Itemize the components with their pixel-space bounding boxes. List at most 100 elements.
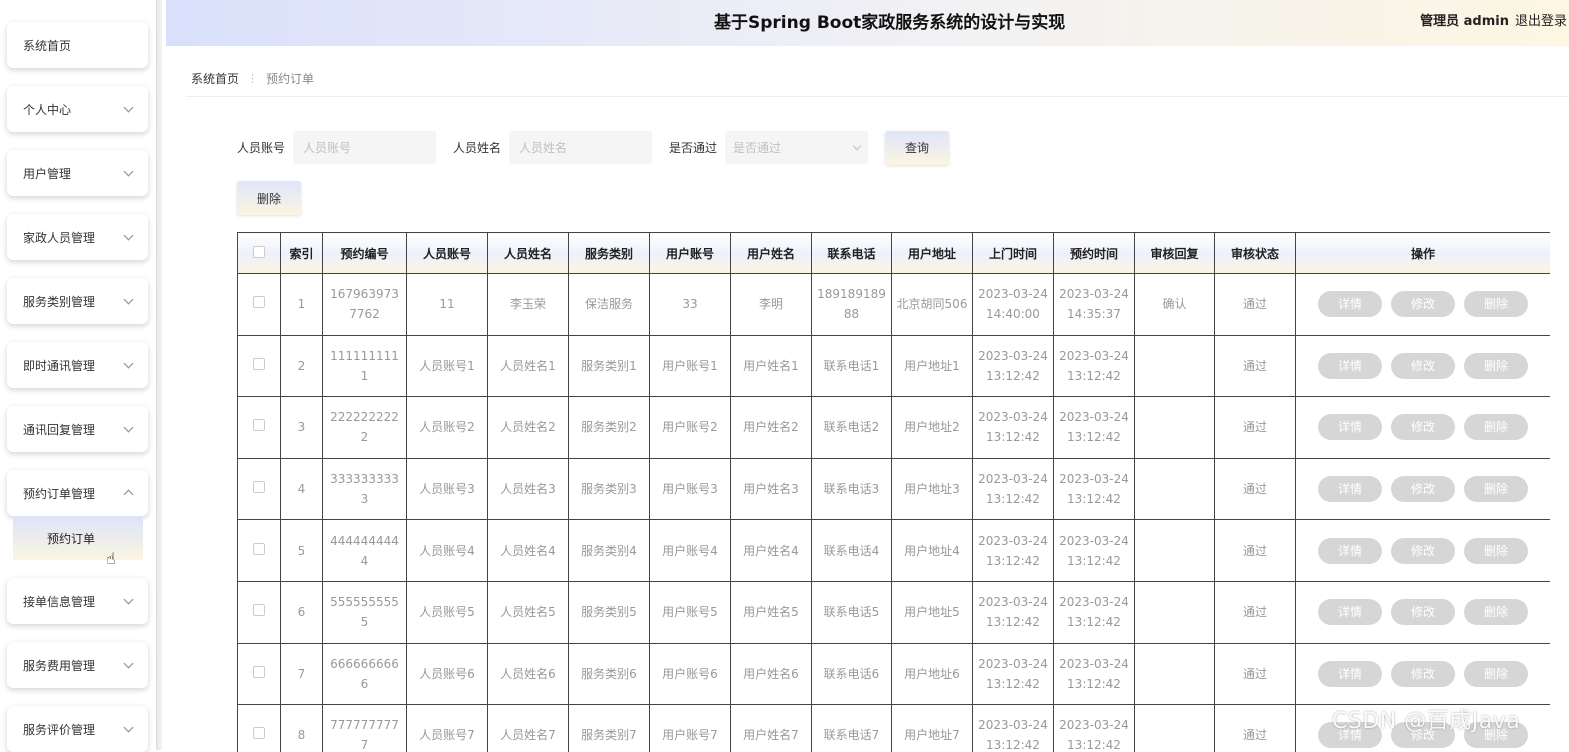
delete-button[interactable]: 删除 bbox=[1464, 291, 1528, 318]
edit-button[interactable]: 修改 bbox=[1391, 599, 1455, 626]
column-header: 用户账号 bbox=[649, 232, 731, 274]
row-select-cell bbox=[237, 457, 281, 521]
sidebar-item-2[interactable]: 用户管理 bbox=[7, 150, 148, 196]
table-cell: 1 bbox=[280, 273, 323, 336]
table-cell: 用户地址1 bbox=[891, 334, 973, 398]
delete-button[interactable]: 删除 bbox=[1464, 660, 1528, 687]
sidebar-item-3[interactable]: 家政人员管理 bbox=[7, 214, 148, 260]
chevron-down-icon bbox=[123, 230, 134, 240]
sidebar-item-10[interactable]: 服务评价管理 bbox=[7, 706, 148, 752]
name-search-input[interactable] bbox=[509, 131, 653, 164]
table-cell: 人员账号7 bbox=[406, 704, 488, 752]
table-cell bbox=[1134, 704, 1215, 752]
delete-button[interactable]: 删除 bbox=[1464, 537, 1528, 564]
delete-button[interactable]: 删除 bbox=[1464, 599, 1528, 626]
edit-button[interactable]: 修改 bbox=[1391, 291, 1455, 318]
table-cell: 人员姓名5 bbox=[487, 580, 569, 644]
submenu-item-appointment-orders[interactable]: 预约订单 bbox=[13, 516, 143, 560]
row-actions-cell: 详情 修改 删除 bbox=[1295, 396, 1550, 459]
table-cell: 2023-03-24 13:12:42 bbox=[972, 457, 1054, 521]
detail-button[interactable]: 详情 bbox=[1318, 414, 1382, 441]
logout-link[interactable]: 退出登录 bbox=[1515, 10, 1569, 29]
query-button[interactable]: 查询 bbox=[885, 130, 950, 165]
orders-table: 索引 预约编号 人员账号 人员姓名 服务类别 用户账号 用户姓名 联系电话 用户地址 上门时间 预约… bbox=[237, 232, 1550, 752]
row-checkbox[interactable] bbox=[253, 296, 265, 309]
sidebar-item-0[interactable]: 系统首页 bbox=[7, 22, 148, 68]
sidebar-item-5[interactable]: 即时通讯管理 bbox=[7, 342, 148, 388]
breadcrumb-current: 预约订单 bbox=[266, 72, 315, 86]
table-row: 6 5555555555 人员账号5 人员姓名5 服务类别5 用户账号5 用户姓名5 联系电话… bbox=[237, 580, 1550, 644]
account-search-input[interactable] bbox=[293, 131, 437, 164]
row-select-cell bbox=[237, 334, 281, 398]
detail-button[interactable]: 详情 bbox=[1318, 660, 1382, 687]
sidebar-item-label: 用户管理 bbox=[23, 166, 72, 181]
row-select-cell bbox=[237, 396, 281, 459]
row-checkbox[interactable] bbox=[253, 542, 265, 555]
detail-button[interactable]: 详情 bbox=[1318, 291, 1382, 318]
breadcrumb-home[interactable]: 系统首页 bbox=[191, 70, 239, 87]
table-cell: 用户姓名7 bbox=[730, 704, 812, 752]
edit-button[interactable]: 修改 bbox=[1391, 537, 1455, 564]
row-actions-cell: 详情 修改 删除 bbox=[1295, 457, 1550, 521]
table-cell: 2023-03-24 13:12:42 bbox=[1053, 519, 1135, 582]
table-cell: 人员账号2 bbox=[406, 396, 488, 459]
table-cell: 用户账号5 bbox=[649, 580, 731, 644]
sidebar-item-label: 预约订单管理 bbox=[23, 486, 96, 501]
detail-button[interactable]: 详情 bbox=[1318, 476, 1382, 503]
table-cell: 7777777777 bbox=[322, 704, 407, 752]
edit-button[interactable]: 修改 bbox=[1391, 414, 1455, 441]
edit-button[interactable]: 修改 bbox=[1391, 352, 1455, 379]
delete-button[interactable]: 删除 bbox=[1464, 352, 1528, 379]
table-cell: 用户姓名3 bbox=[730, 457, 812, 521]
table-cell: 5555555555 bbox=[322, 580, 407, 644]
name-label: 人员姓名 bbox=[453, 141, 502, 155]
table-cell: 用户姓名2 bbox=[730, 396, 812, 459]
sidebar-item-1[interactable]: 个人中心 bbox=[7, 86, 148, 132]
row-checkbox[interactable] bbox=[253, 481, 265, 494]
table-cell bbox=[1134, 457, 1215, 521]
table-cell: 用户账号1 bbox=[649, 334, 731, 398]
pass-label: 是否通过 bbox=[669, 141, 718, 155]
delete-button[interactable]: 删除 bbox=[1464, 414, 1528, 441]
delete-button[interactable]: 删除 bbox=[1464, 476, 1528, 503]
table-cell: 6 bbox=[280, 580, 323, 644]
table-cell: 通过 bbox=[1214, 704, 1296, 752]
table-cell: 人员姓名6 bbox=[487, 642, 569, 706]
table-cell: 确认 bbox=[1134, 273, 1215, 336]
table-row: 1 1679639737762 11 李玉荣 保洁服务 33 李明 18918918988 北京… bbox=[237, 273, 1550, 336]
sidebar-item-4[interactable]: 服务类别管理 bbox=[7, 278, 148, 324]
sidebar-item-8[interactable]: 接单信息管理 bbox=[7, 578, 148, 624]
table-cell: 8 bbox=[280, 704, 323, 752]
table-cell: 4444444444 bbox=[322, 519, 407, 582]
batch-delete-button[interactable]: 删除 bbox=[237, 181, 301, 215]
detail-button[interactable]: 详情 bbox=[1318, 599, 1382, 626]
pass-select[interactable]: 是否通过 bbox=[725, 131, 869, 164]
row-checkbox[interactable] bbox=[253, 665, 265, 678]
row-select-cell bbox=[237, 704, 281, 752]
table-cell bbox=[1134, 334, 1215, 398]
edit-button[interactable]: 修改 bbox=[1391, 476, 1455, 503]
table-cell: 人员姓名2 bbox=[487, 396, 569, 459]
detail-button[interactable]: 详情 bbox=[1318, 537, 1382, 564]
row-checkbox[interactable] bbox=[253, 727, 265, 740]
row-checkbox[interactable] bbox=[253, 419, 265, 432]
row-checkbox[interactable] bbox=[253, 604, 265, 617]
detail-button[interactable]: 详情 bbox=[1318, 352, 1382, 379]
page-title: 基于Spring Boot家政服务系统的设计与实现 bbox=[714, 13, 1066, 33]
select-all-checkbox[interactable] bbox=[253, 245, 265, 258]
table-cell: 人员账号6 bbox=[406, 642, 488, 706]
sidebar-item-7[interactable]: 预约订单管理 bbox=[7, 470, 148, 516]
sidebar-item-label: 服务费用管理 bbox=[23, 658, 96, 673]
sidebar-item-label: 通讯回复管理 bbox=[23, 422, 96, 437]
select-all-header bbox=[237, 232, 281, 274]
table-cell: 联系电话4 bbox=[811, 519, 892, 582]
table-cell: 人员姓名1 bbox=[487, 334, 569, 398]
table-cell: 3333333333 bbox=[322, 457, 407, 521]
row-checkbox[interactable] bbox=[253, 357, 265, 370]
sidebar-item-9[interactable]: 服务费用管理 bbox=[7, 642, 148, 688]
edit-button[interactable]: 修改 bbox=[1391, 660, 1455, 687]
table-row: 3 2222222222 人员账号2 人员姓名2 服务类别2 用户账号2 用户姓名2 联系电话… bbox=[237, 396, 1550, 459]
sidebar-item-6[interactable]: 通讯回复管理 bbox=[7, 406, 148, 452]
column-header: 人员姓名 bbox=[487, 232, 569, 274]
sidebar-scrollbar[interactable] bbox=[156, 0, 162, 750]
